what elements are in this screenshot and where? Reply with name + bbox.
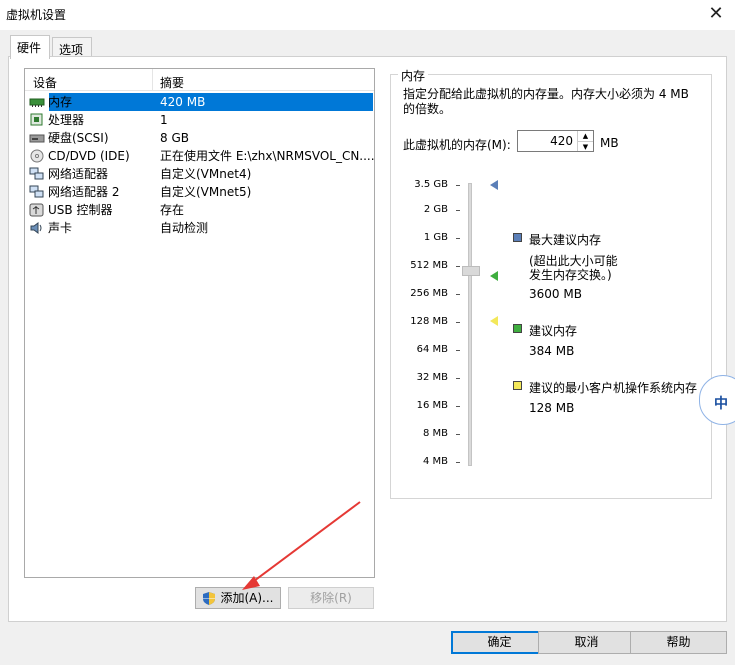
device-row-usb-controller[interactable]: USB 控制器 存在: [29, 201, 373, 219]
help-button[interactable]: 帮助: [630, 631, 727, 654]
scale-tick: 4 MB: [422, 456, 448, 467]
processor-icon: [29, 113, 45, 127]
uac-shield-icon: [202, 591, 216, 612]
device-summary: 自动检测: [160, 221, 209, 235]
network-adapter-icon: [29, 185, 45, 199]
remove-device-button[interactable]: 移除(R): [288, 587, 374, 609]
device-row-sound-card[interactable]: 声卡 自动检测: [29, 219, 373, 237]
scale-tick: 32 MB: [416, 372, 448, 383]
spin-up-icon[interactable]: ▲: [577, 131, 593, 141]
device-summary: 自定义(VMnet4): [160, 167, 252, 181]
device-name: 网络适配器 2: [48, 185, 120, 199]
device-name: 内存: [48, 95, 73, 109]
device-row-cd-dvd[interactable]: CD/DVD (IDE) 正在使用文件 E:\zhx\NRMSVOL_CN...…: [29, 147, 375, 165]
memory-slider-track[interactable]: [468, 183, 472, 466]
legend-max-title: 最大建议内存: [529, 233, 602, 247]
device-summary: 存在: [160, 203, 185, 217]
memory-group-title: 内存: [398, 67, 429, 84]
legend-min-guest-value: 128 MB: [529, 401, 575, 415]
device-row-network-adapter-2[interactable]: 网络适配器 2 自定义(VMnet5): [29, 183, 373, 201]
device-row-processor[interactable]: 处理器 1: [29, 111, 373, 129]
tab-hardware[interactable]: 硬件: [10, 35, 50, 59]
ok-button[interactable]: 确定: [451, 631, 548, 654]
device-row-memory[interactable]: 内存 420 MB: [29, 93, 373, 111]
memory-unit: MB: [600, 136, 619, 150]
scale-tick: 512 MB: [410, 260, 448, 271]
spin-down-icon[interactable]: ▼: [577, 141, 593, 151]
sound-card-icon: [29, 221, 45, 235]
legend-max-value: 3600 MB: [529, 287, 582, 301]
hard-disk-icon: [29, 131, 45, 145]
legend-min-guest-swatch: [513, 381, 522, 390]
memory-slider-thumb[interactable]: [462, 266, 480, 276]
title-bar: 虚拟机设置 ✕: [0, 0, 735, 30]
device-name: CD/DVD (IDE): [48, 149, 130, 163]
column-header-summary[interactable]: 摘要: [160, 74, 184, 91]
usb-icon: [29, 203, 45, 217]
legend-recommended-title: 建议内存: [529, 324, 578, 338]
legend-min-guest-title: 建议的最小客户机操作系统内存: [529, 381, 698, 395]
legend-recommended-swatch: [513, 324, 522, 333]
device-row-network-adapter[interactable]: 网络适配器 自定义(VMnet4): [29, 165, 373, 183]
device-row-hard-disk[interactable]: 硬盘(SCSI) 8 GB: [29, 129, 373, 147]
scale-tick: 64 MB: [416, 344, 448, 355]
min-guest-marker: [490, 316, 498, 326]
memory-description: 指定分配给此虚拟机的内存量。内存大小必须为 4 MB 的倍数。: [403, 87, 689, 116]
scale-tick: 8 MB: [422, 428, 448, 439]
column-header-device[interactable]: 设备: [33, 74, 57, 91]
device-name: 硬盘(SCSI): [48, 131, 109, 145]
device-name: USB 控制器: [48, 203, 113, 217]
device-summary: 1: [160, 113, 168, 127]
memory-size-label: 此虚拟机的内存(M):: [403, 138, 511, 152]
device-name: 处理器: [48, 113, 85, 127]
ime-mode-label: 中: [714, 396, 728, 412]
close-icon[interactable]: ✕: [705, 3, 727, 25]
memory-size-value[interactable]: 420: [550, 134, 573, 148]
device-list[interactable]: 设备 摘要 内存 420 MB 处理器 1 硬盘(SCSI) 8 GB CD/D…: [24, 68, 375, 578]
legend-recommended-value: 384 MB: [529, 344, 575, 358]
scale-tick: 2 GB: [423, 204, 448, 215]
scale-tick: 16 MB: [416, 400, 448, 411]
max-recommended-marker: [490, 180, 498, 190]
cancel-button[interactable]: 取消: [538, 631, 635, 654]
legend-max-swatch: [513, 233, 522, 242]
device-list-header: 设备 摘要: [25, 69, 374, 91]
memory-size-stepper[interactable]: 420 ▲ ▼: [517, 130, 594, 152]
device-summary: 8 GB: [160, 131, 189, 145]
cd-dvd-icon: [29, 149, 45, 163]
recommended-marker: [490, 271, 498, 281]
network-adapter-icon: [29, 167, 45, 181]
scale-tick: 1 GB: [423, 232, 448, 243]
scale-tick: 128 MB: [410, 316, 448, 327]
add-device-button[interactable]: 添加(A)...: [195, 587, 281, 609]
scale-tick: 256 MB: [410, 288, 448, 299]
memory-icon: [29, 95, 45, 109]
device-name: 声卡: [48, 221, 73, 235]
add-device-label: 添加(A)...: [220, 591, 274, 605]
legend-max-note-2: 发生内存交换。): [529, 268, 612, 282]
window-title: 虚拟机设置: [6, 8, 67, 22]
scale-tick: 3.5 GB: [414, 179, 448, 190]
tab-options[interactable]: 选项: [52, 37, 92, 57]
device-name: 网络适配器: [48, 167, 109, 181]
device-summary: 自定义(VMnet5): [160, 185, 252, 199]
device-summary: 正在使用文件 E:\zhx\NRMSVOL_CN....: [160, 149, 375, 163]
device-summary: 420 MB: [160, 95, 206, 109]
